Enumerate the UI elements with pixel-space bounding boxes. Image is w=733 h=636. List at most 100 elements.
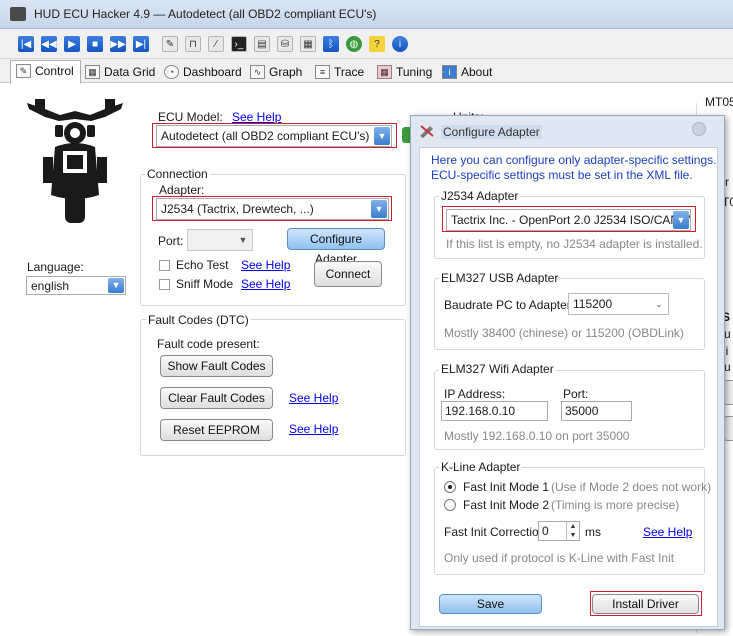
save-button[interactable]: Save	[439, 594, 542, 614]
last-icon[interactable]: ▶|	[133, 36, 149, 52]
sniff-mode-label: Sniff Mode	[176, 277, 234, 291]
tools-icon	[420, 125, 434, 138]
tab-trace[interactable]: ≡ Trace	[310, 62, 370, 84]
spinner-arrows-icon[interactable]: ▲ ▼	[566, 522, 579, 540]
ip-address-field[interactable]: 192.168.0.10	[441, 401, 548, 421]
port-label: Port:	[158, 234, 184, 248]
grid-icon: ▦	[85, 65, 100, 79]
title-bar: HUD ECU Hacker 4.9 — Autodetect (all OBD…	[0, 0, 733, 29]
chevron-down-icon: ▼	[673, 211, 689, 229]
intro-line-1: Here you can configure only adapter-spec…	[431, 153, 717, 167]
close-icon[interactable]	[692, 122, 706, 136]
stop-icon[interactable]: ■	[87, 36, 103, 52]
fast-forward-icon[interactable]: ▶▶	[110, 36, 126, 52]
baudrate-hint: Mostly 38400 (chinese) or 115200 (OBDLin…	[444, 326, 684, 340]
database-icon[interactable]: ⛁	[277, 36, 293, 52]
chip-icon[interactable]: ▦	[300, 36, 316, 52]
reset-eeprom-button[interactable]: Reset EEPROM	[160, 419, 273, 441]
right-cut-text-1: r	[725, 175, 729, 189]
adapter-value: J2534 (Tactrix, Drewtech, ...)	[161, 202, 314, 216]
tab-control[interactable]: ✎ Control	[10, 60, 81, 84]
configure-adapter-dialog: Configure Adapter Here you can configure…	[410, 115, 725, 630]
echo-test-label: Echo Test	[176, 258, 229, 272]
language-select[interactable]: english ▼	[26, 276, 126, 295]
intro-line-2: ECU-specific settings must be set in the…	[431, 168, 693, 182]
adapter-select[interactable]: J2534 (Tactrix, Drewtech, ...) ▼	[156, 198, 389, 220]
kline-label: K-Line Adapter	[439, 460, 523, 474]
fast-init-mode-1-note: (Use if Mode 2 does not work)	[551, 480, 712, 494]
reset-eeprom-help-link[interactable]: See Help	[289, 422, 338, 436]
connect-button[interactable]: Connect	[314, 261, 382, 287]
window-title: HUD ECU Hacker 4.9 — Autodetect (all OBD…	[34, 7, 377, 21]
right-cut-text-4: u	[724, 327, 731, 341]
ip-label: IP Address:	[444, 387, 506, 401]
info-icon[interactable]: i	[392, 36, 408, 52]
fast-init-mode-1-radio[interactable]	[444, 481, 456, 493]
tuning-grid-icon: ▦	[377, 65, 392, 79]
chevron-down-icon: ▼	[238, 235, 248, 245]
ecu-model-help-link[interactable]: See Help	[232, 110, 281, 124]
right-cut-button-2[interactable]	[724, 416, 733, 441]
wifi-port-label: Port:	[563, 387, 589, 401]
echo-test-help-link[interactable]: See Help	[241, 258, 290, 272]
chevron-down-icon: ⌄	[655, 299, 663, 309]
tab-data-grid[interactable]: ▦ Data Grid	[80, 62, 161, 84]
elm-usb-label: ELM327 USB Adapter	[439, 271, 561, 285]
language-value: english	[31, 279, 70, 293]
baudrate-select[interactable]: 115200 ⌄	[568, 293, 669, 315]
sniff-mode-checkbox[interactable]	[159, 279, 170, 290]
right-cut-text-6: u	[724, 360, 731, 374]
chevron-down-icon: ▼	[374, 127, 390, 145]
port-select[interactable]: ▼	[187, 229, 253, 251]
tools-icon[interactable]: ✎	[162, 36, 178, 52]
document-icon[interactable]: ▤	[254, 36, 270, 52]
connection-label: Connection	[145, 167, 210, 181]
fast-init-mode-2-label: Fast Init Mode 2	[463, 498, 550, 512]
tab-dashboard[interactable]: ◔ Dashboard	[159, 62, 248, 84]
play-icon[interactable]: ▶	[64, 36, 80, 52]
kline-help-link[interactable]: See Help	[643, 525, 692, 539]
tab-about[interactable]: i About	[437, 62, 498, 84]
help-icon[interactable]: ?	[369, 36, 385, 52]
bluetooth-icon[interactable]: ᛒ	[323, 36, 339, 52]
app-icon	[10, 7, 26, 21]
show-fault-codes-button[interactable]: Show Fault Codes	[160, 355, 273, 377]
chevron-down-icon: ▼	[371, 200, 387, 218]
fast-init-mode-2-note: (Timing is more precise)	[551, 498, 680, 512]
j2534-select[interactable]: Tactrix Inc. - OpenPort 2.0 J2534 ISO/CA…	[446, 209, 691, 231]
motorcycle-logo	[27, 99, 123, 223]
fast-init-correction-stepper[interactable]: 0 ▲ ▼	[538, 521, 580, 541]
ecu-model-select[interactable]: Autodetect (all OBD2 compliant ECU's) ▼	[156, 125, 392, 147]
dialog-body: Here you can configure only adapter-spec…	[419, 147, 718, 627]
wifi-port-field[interactable]: 35000	[561, 401, 632, 421]
fast-init-mode-1-label: Fast Init Mode 1	[463, 480, 550, 494]
fault-codes-label: Fault Codes (DTC)	[146, 313, 251, 327]
clear-fault-codes-button[interactable]: Clear Fault Codes	[160, 387, 273, 409]
elm-wifi-label: ELM327 Wifi Adapter	[439, 362, 556, 376]
sniff-mode-help-link[interactable]: See Help	[241, 277, 290, 291]
fast-init-correction-label: Fast Init Correction	[444, 525, 546, 539]
fault-present-label: Fault code present:	[157, 337, 260, 351]
rewind-icon[interactable]: ◀◀	[41, 36, 57, 52]
ecu-model-value: Autodetect (all OBD2 compliant ECU's)	[161, 129, 370, 143]
right-cut-button-1[interactable]	[724, 380, 733, 405]
tab-graph[interactable]: ∿ Graph	[245, 62, 308, 84]
correction-value: 0	[542, 524, 549, 538]
signal-icon[interactable]: ⊓	[185, 36, 201, 52]
terminal-icon[interactable]: ›_	[231, 36, 247, 52]
gauge-icon: ◔	[164, 65, 179, 79]
baudrate-value: 115200	[573, 297, 613, 311]
wand-icon[interactable]: ⁄	[208, 36, 224, 52]
install-driver-button[interactable]: Install Driver	[592, 594, 699, 614]
adapter-label: Adapter:	[159, 183, 205, 197]
configure-adapter-button[interactable]: Configure Adapter	[287, 228, 385, 266]
j2534-hint: If this list is empty, no J2534 adapter …	[446, 237, 703, 251]
tab-tuning[interactable]: ▦ Tuning	[372, 62, 438, 84]
wrench-icon: ✎	[16, 64, 31, 78]
echo-test-checkbox[interactable]	[159, 260, 170, 271]
fast-init-mode-2-radio[interactable]	[444, 499, 456, 511]
clear-fault-help-link[interactable]: See Help	[289, 391, 338, 405]
globe-icon[interactable]: ◍	[346, 36, 362, 52]
first-icon[interactable]: |◀	[18, 36, 34, 52]
graph-icon: ∿	[250, 65, 265, 79]
